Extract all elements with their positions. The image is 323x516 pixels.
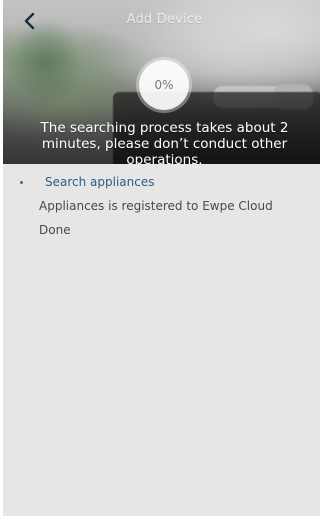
search-hint-text: The searching process takes about 2 minu… — [40, 120, 289, 164]
step-search-appliances: Search appliances — [3, 172, 320, 192]
active-step-dot — [20, 180, 23, 184]
step-label: Appliances is registered to Ewpe Cloud — [39, 199, 273, 213]
progress-indicator: 0% — [139, 60, 189, 110]
step-label: Search appliances — [45, 175, 155, 189]
hero-background: Add Device 0% The searching process take… — [3, 0, 320, 164]
progress-percent: 0% — [154, 78, 174, 92]
step-label: Done — [39, 223, 71, 237]
steps-panel: Search appliances Appliances is register… — [3, 164, 320, 516]
add-device-screen: Add Device 0% The searching process take… — [0, 0, 323, 516]
page-title: Add Device — [126, 12, 203, 27]
step-done: Done — [3, 220, 320, 240]
step-register-cloud: Appliances is registered to Ewpe Cloud — [3, 196, 320, 216]
